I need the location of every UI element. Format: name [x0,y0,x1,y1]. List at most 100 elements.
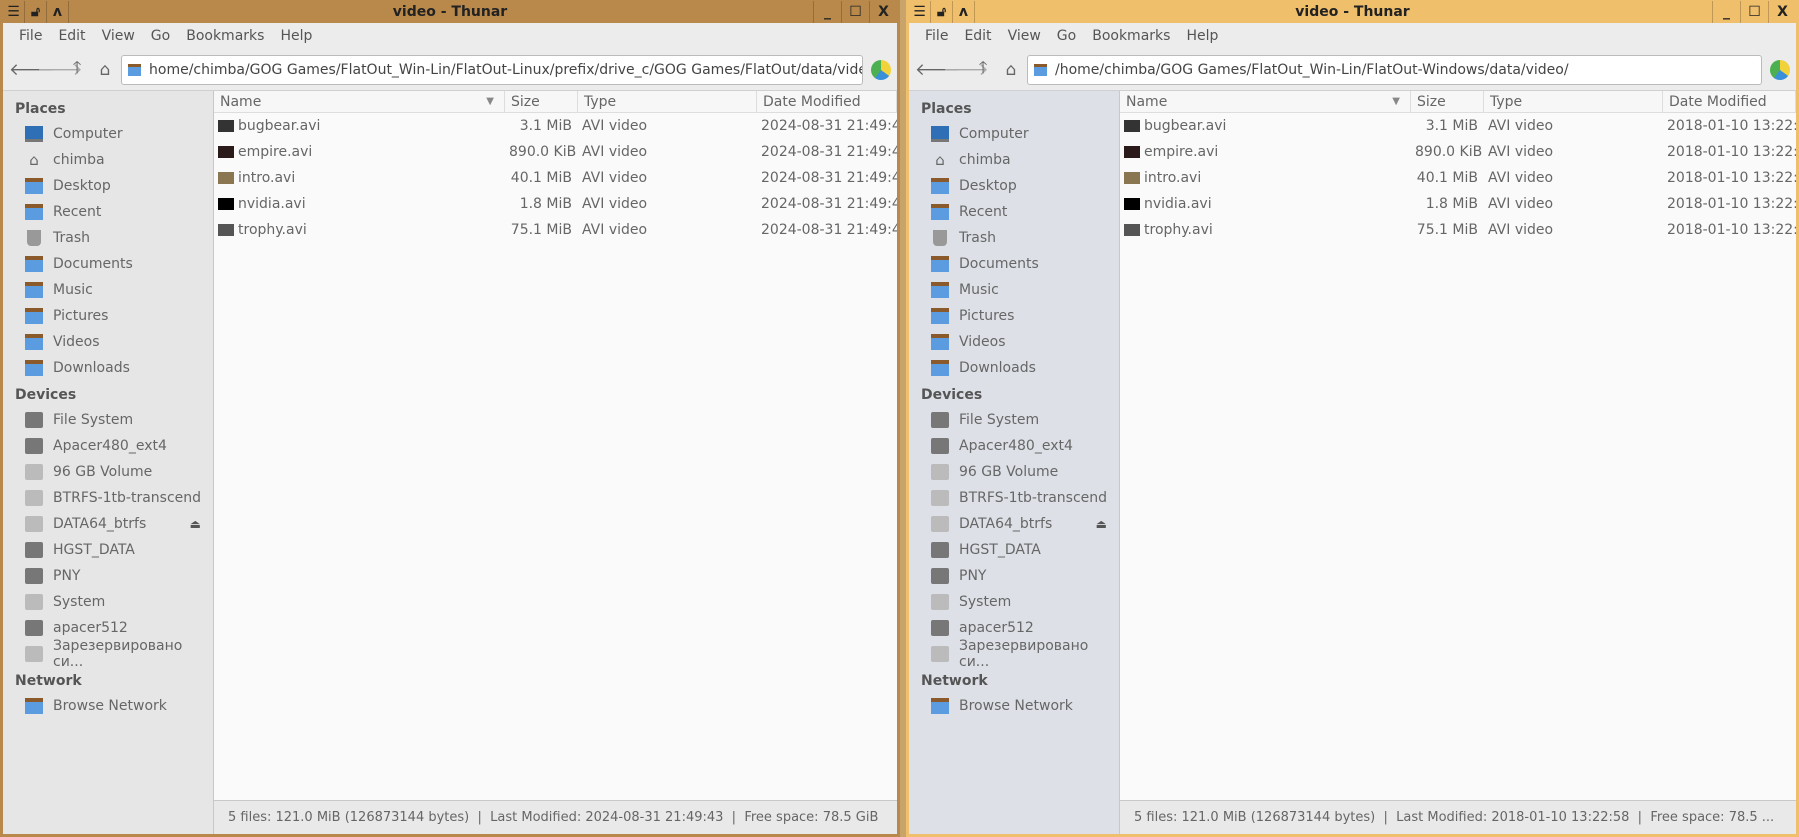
sidebar-item[interactable]: DATA64_btrfs ⏏ [909,511,1119,537]
lock-icon[interactable]: 🔓︎ [25,0,47,23]
sidebar-item[interactable]: PNY [909,563,1119,589]
menu-edit[interactable]: Edit [50,28,93,44]
folder-icon [1034,63,1047,76]
home-icon[interactable]: ⌂ [999,60,1023,80]
maximize-button[interactable]: ☐ [841,0,869,23]
sidebar-item[interactable]: Browse Network [3,693,213,719]
sidebar-item[interactable]: Desktop [909,173,1119,199]
eject-icon[interactable]: ⏏ [1096,517,1107,531]
minimize-button[interactable]: _ [1712,0,1740,23]
forward-arrow-icon[interactable]: 🡒 [943,60,989,80]
sidebar-item[interactable]: HGST_DATA [909,537,1119,563]
menu-bookmarks[interactable]: Bookmarks [178,28,272,44]
sidebar-item[interactable]: Apacer480_ext4 [3,433,213,459]
file-row[interactable]: nvidia.avi 1.8 MiB AVI video 2018-01-10 … [1120,191,1796,217]
menu-view[interactable]: View [94,28,143,44]
sidebar-item[interactable]: BTRFS-1tb-transcend [909,485,1119,511]
file-row[interactable]: bugbear.avi 3.1 MiB AVI video 2024-08-31… [214,113,897,139]
sidebar-item[interactable]: ⌂ chimba [3,147,213,173]
file-row[interactable]: empire.avi 890.0 KiB AVI video 2024-08-3… [214,139,897,165]
title-bar[interactable]: ☰ 🔓︎ ʌ video - Thunar _ ☐ X [3,0,897,23]
file-row[interactable]: trophy.avi 75.1 MiB AVI video 2018-01-10… [1120,217,1796,243]
file-row[interactable]: trophy.avi 75.1 MiB AVI video 2024-08-31… [214,217,897,243]
title-bar[interactable]: ☰ 🔓︎ ʌ video - Thunar _ ☐ X [909,0,1796,23]
sidebar-item[interactable]: Documents [3,251,213,277]
fold-icon [931,360,949,376]
column-name[interactable]: Name ▼ [214,91,505,112]
sidebar-item[interactable]: PNY [3,563,213,589]
location-input[interactable]: home/chimba/GOG Games/FlatOut_Win-Lin/Fl… [121,54,863,85]
location-input[interactable]: /home/chimba/GOG Games/FlatOut_Win-Lin/F… [1027,54,1762,85]
up-arrow-icon[interactable]: 🡑 [65,55,89,84]
file-row[interactable]: intro.avi 40.1 MiB AVI video 2024-08-31 … [214,165,897,191]
sidebar-item[interactable]: HGST_DATA [3,537,213,563]
home-icon[interactable]: ⌂ [93,60,117,80]
sidebar-item[interactable]: BTRFS-1tb-transcend [3,485,213,511]
sidebar-item[interactable]: File System [909,407,1119,433]
sidebar-item[interactable]: Зарезервировано си... [909,638,1119,670]
menu-file[interactable]: File [917,28,956,44]
file-row[interactable]: nvidia.avi 1.8 MiB AVI video 2024-08-31 … [214,191,897,217]
close-button[interactable]: X [869,0,897,23]
shade-icon[interactable]: ʌ [47,0,69,23]
back-arrow-icon[interactable]: 🡐 [9,60,55,80]
forward-arrow-icon[interactable]: 🡒 [37,60,83,80]
sidebar-item[interactable]: Browse Network [909,693,1119,719]
file-row[interactable]: intro.avi 40.1 MiB AVI video 2018-01-10 … [1120,165,1796,191]
sidebar-item[interactable]: Trash [909,225,1119,251]
column-type[interactable]: Type [578,91,757,112]
sidebar-item[interactable]: Recent [909,199,1119,225]
sidebar-item-label: Pictures [53,308,109,324]
sidebar-item[interactable]: Зарезервировано си... [3,638,213,670]
sidebar-item[interactable]: Recent [3,199,213,225]
close-button[interactable]: X [1768,0,1796,23]
sidebar-item[interactable]: Documents [909,251,1119,277]
minimize-button[interactable]: _ [813,0,841,23]
sidebar-item[interactable]: Videos [909,329,1119,355]
sidebar-item[interactable]: System [909,589,1119,615]
sidebar-item[interactable]: Computer [3,121,213,147]
file-row[interactable]: empire.avi 890.0 KiB AVI video 2018-01-1… [1120,139,1796,165]
sidebar-item[interactable]: Desktop [3,173,213,199]
menu-go[interactable]: Go [1049,28,1084,44]
sidebar-item[interactable]: Music [3,277,213,303]
sidebar-item[interactable]: Pictures [3,303,213,329]
menu-file[interactable]: File [11,28,50,44]
eject-icon[interactable]: ⏏ [190,517,201,531]
sidebar-item[interactable]: ⌂ chimba [909,147,1119,173]
column-date[interactable]: Date Modified [757,91,897,112]
sidebar-item[interactable]: Apacer480_ext4 [909,433,1119,459]
menu-edit[interactable]: Edit [956,28,999,44]
menu-help[interactable]: Help [272,28,320,44]
menu-help[interactable]: Help [1178,28,1226,44]
sidebar-item[interactable]: Pictures [909,303,1119,329]
sidebar-item[interactable]: Videos [3,329,213,355]
menu-bookmarks[interactable]: Bookmarks [1084,28,1178,44]
back-arrow-icon[interactable]: 🡐 [915,60,961,80]
file-row[interactable]: bugbear.avi 3.1 MiB AVI video 2018-01-10… [1120,113,1796,139]
column-size[interactable]: Size [1411,91,1484,112]
sidebar-item[interactable]: Downloads [909,355,1119,381]
sidebar-item[interactable]: Computer [909,121,1119,147]
sidebar-item[interactable]: 96 GB Volume [3,459,213,485]
sidebar-item[interactable]: File System [3,407,213,433]
computer-icon [25,126,43,142]
sidebar-item[interactable]: System [3,589,213,615]
window-menu-icon[interactable]: ☰ [909,0,931,23]
shade-icon[interactable]: ʌ [953,0,975,23]
column-size[interactable]: Size [505,91,578,112]
column-name[interactable]: Name ▼ [1120,91,1411,112]
lock-icon[interactable]: 🔓︎ [931,0,953,23]
sidebar-item[interactable]: 96 GB Volume [909,459,1119,485]
sidebar-item[interactable]: Music [909,277,1119,303]
sidebar-item[interactable]: Downloads [3,355,213,381]
sidebar-item[interactable]: DATA64_btrfs ⏏ [3,511,213,537]
window-menu-icon[interactable]: ☰ [3,0,25,23]
sidebar-item[interactable]: Trash [3,225,213,251]
column-type[interactable]: Type [1484,91,1663,112]
up-arrow-icon[interactable]: 🡑 [971,55,995,84]
column-date[interactable]: Date Modified [1663,91,1796,112]
menu-go[interactable]: Go [143,28,178,44]
menu-view[interactable]: View [1000,28,1049,44]
maximize-button[interactable]: ☐ [1740,0,1768,23]
